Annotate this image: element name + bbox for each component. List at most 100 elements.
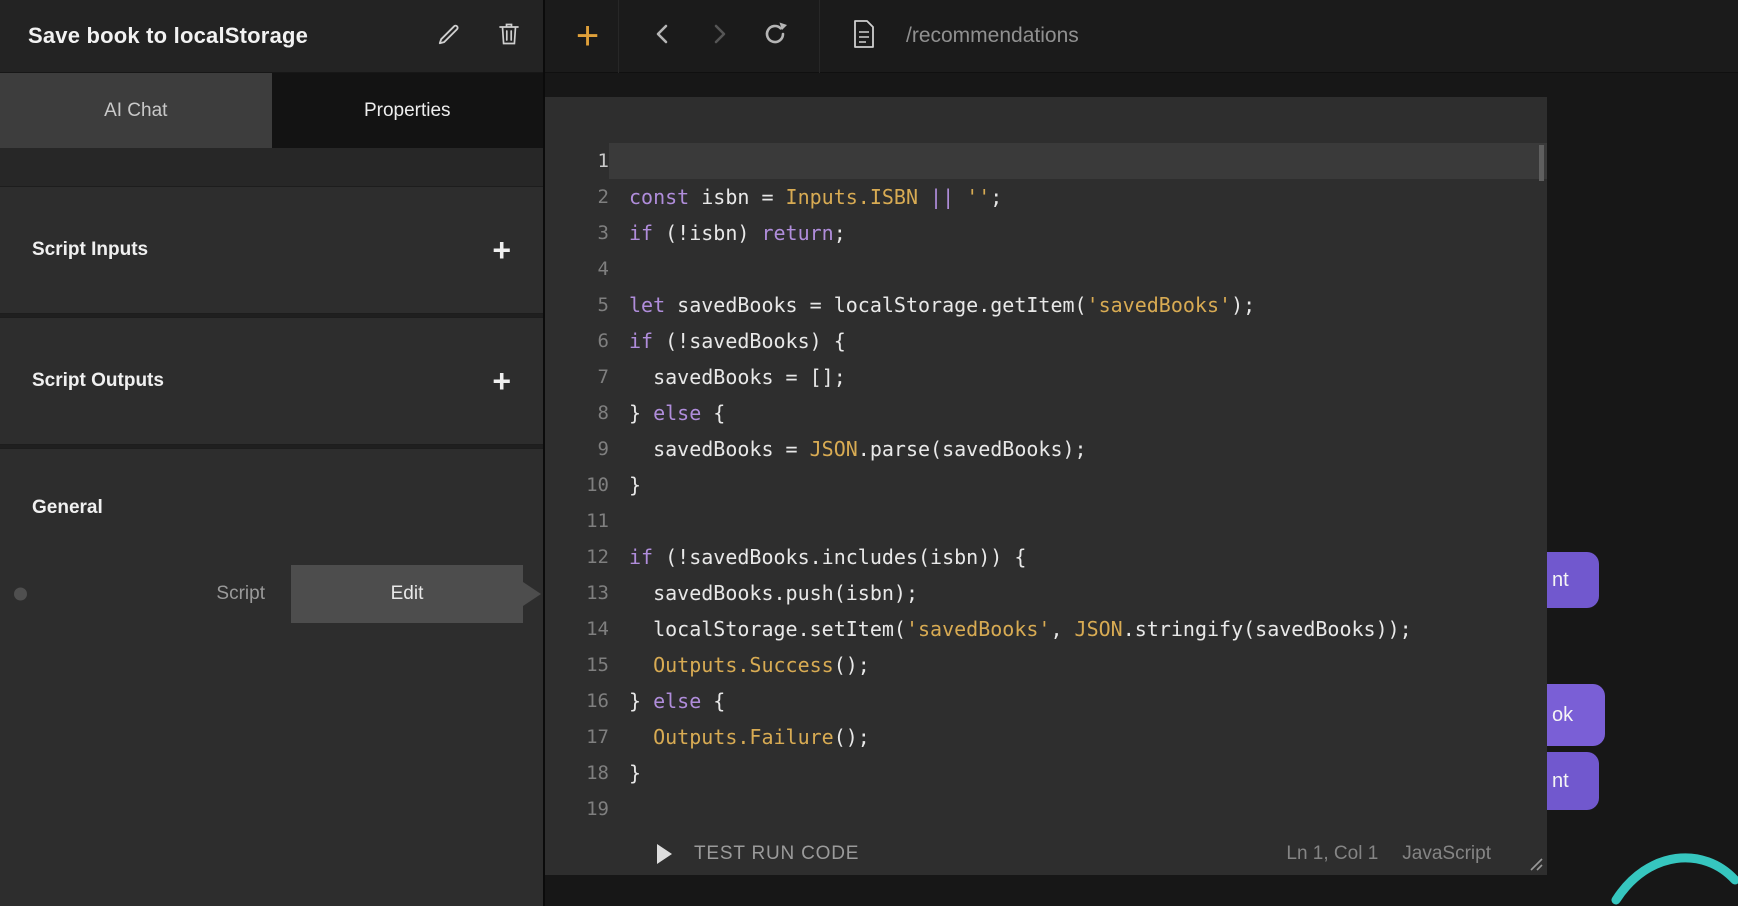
- cursor-position: Ln 1, Col 1: [1286, 843, 1378, 865]
- code-lines[interactable]: 12const isbn = Inputs.ISBN || '';3if (!i…: [545, 97, 1547, 833]
- plus-icon: +: [576, 14, 599, 59]
- code-line[interactable]: 5let savedBooks = localStorage.getItem('…: [545, 287, 1547, 323]
- code-line-text: if (!isbn) return;: [609, 215, 1547, 251]
- refresh-button[interactable]: [747, 8, 803, 64]
- script-label: Script: [216, 583, 265, 605]
- line-number: 13: [545, 575, 609, 611]
- code-line[interactable]: 12if (!savedBooks.includes(isbn)) {: [545, 539, 1547, 575]
- add-script-output-button[interactable]: +: [492, 365, 511, 397]
- inspector-panel: Save book to localStorage AI Chat: [0, 0, 543, 906]
- panel-title: Save book to localStorage: [28, 23, 411, 49]
- nav-controls: [619, 0, 820, 73]
- language-label: JavaScript: [1402, 843, 1491, 865]
- test-run-label: TEST RUN CODE: [694, 843, 859, 865]
- app-window: Save book to localStorage AI Chat: [0, 0, 1738, 906]
- plus-icon: +: [492, 232, 511, 268]
- url-display[interactable]: /recommendations: [906, 24, 1079, 48]
- code-line[interactable]: 3if (!isbn) return;: [545, 215, 1547, 251]
- document-icon: [851, 19, 877, 54]
- line-number: 18: [545, 755, 609, 791]
- section-general: General Script Edit: [0, 448, 543, 906]
- decorative-curve: [1608, 844, 1738, 906]
- delete-button[interactable]: [487, 14, 531, 58]
- preview-fragment-button[interactable]: nt: [1547, 752, 1599, 810]
- code-line[interactable]: 14 localStorage.setItem('savedBooks', JS…: [545, 611, 1547, 647]
- code-line-text: savedBooks.push(isbn);: [609, 575, 1547, 611]
- code-editor[interactable]: 12const isbn = Inputs.ISBN || '';3if (!i…: [545, 97, 1547, 875]
- play-icon: [657, 844, 672, 864]
- code-line-text: } else {: [609, 683, 1547, 719]
- code-line-text: }: [609, 755, 1547, 791]
- section-script-outputs: Script Outputs +: [0, 317, 543, 445]
- code-line[interactable]: 11: [545, 503, 1547, 539]
- scrollbar-thumb[interactable]: [1539, 145, 1544, 181]
- script-inputs-label: Script Inputs: [32, 239, 148, 261]
- code-line-text: savedBooks = JSON.parse(savedBooks);: [609, 431, 1547, 467]
- page-selector-button[interactable]: [836, 8, 892, 64]
- code-line-text: }: [609, 467, 1547, 503]
- connector-dot[interactable]: [14, 588, 27, 601]
- rename-button[interactable]: [427, 14, 471, 58]
- code-line[interactable]: 9 savedBooks = JSON.parse(savedBooks);: [545, 431, 1547, 467]
- line-number: 12: [545, 539, 609, 575]
- code-line-text: [609, 791, 1547, 827]
- line-number: 2: [545, 179, 609, 215]
- line-number: 7: [545, 359, 609, 395]
- line-number: 16: [545, 683, 609, 719]
- panel-header: Save book to localStorage: [0, 0, 543, 73]
- code-line[interactable]: 7 savedBooks = [];: [545, 359, 1547, 395]
- chevron-left-icon: [649, 20, 677, 53]
- code-line[interactable]: 4: [545, 251, 1547, 287]
- forward-button[interactable]: [691, 8, 747, 64]
- panel-tabs: AI Chat Properties: [0, 73, 543, 148]
- general-label: General: [0, 449, 543, 519]
- code-line-text: const isbn = Inputs.ISBN || '';: [609, 179, 1547, 215]
- code-line[interactable]: 16} else {: [545, 683, 1547, 719]
- code-line[interactable]: 1: [545, 143, 1547, 179]
- code-line[interactable]: 8} else {: [545, 395, 1547, 431]
- editor-footer: TEST RUN CODE Ln 1, Col 1 JavaScript: [545, 833, 1547, 875]
- line-number: 6: [545, 323, 609, 359]
- code-line[interactable]: 17 Outputs.Failure();: [545, 719, 1547, 755]
- code-line[interactable]: 10}: [545, 467, 1547, 503]
- code-line[interactable]: 2const isbn = Inputs.ISBN || '';: [545, 179, 1547, 215]
- code-line-text: let savedBooks = localStorage.getItem('s…: [609, 287, 1547, 323]
- line-number: 5: [545, 287, 609, 323]
- code-line[interactable]: 13 savedBooks.push(isbn);: [545, 575, 1547, 611]
- trash-icon: [497, 21, 521, 52]
- code-line-text: if (!savedBooks) {: [609, 323, 1547, 359]
- script-outputs-label: Script Outputs: [32, 370, 164, 392]
- back-button[interactable]: [635, 8, 691, 64]
- add-script-input-button[interactable]: +: [492, 234, 511, 266]
- code-line[interactable]: 18}: [545, 755, 1547, 791]
- test-run-button[interactable]: TEST RUN CODE: [657, 843, 859, 865]
- browser-toolbar: +: [545, 0, 1738, 73]
- code-line[interactable]: 6if (!savedBooks) {: [545, 323, 1547, 359]
- resize-grip-icon: [1531, 859, 1542, 870]
- code-line-text: [609, 251, 1547, 287]
- code-line-text: [609, 503, 1547, 539]
- chevron-right-icon: [705, 20, 733, 53]
- code-line-text: Outputs.Success();: [609, 647, 1547, 683]
- line-number: 4: [545, 251, 609, 287]
- resize-handle[interactable]: [1525, 853, 1543, 871]
- tab-ai-chat[interactable]: AI Chat: [0, 73, 272, 148]
- tab-properties[interactable]: Properties: [272, 73, 544, 148]
- preview-fragment-button[interactable]: ok: [1547, 684, 1605, 746]
- line-number: 17: [545, 719, 609, 755]
- add-page-button[interactable]: +: [557, 0, 619, 73]
- editor-status: Ln 1, Col 1 JavaScript: [1286, 843, 1491, 865]
- edit-script-button[interactable]: Edit: [291, 565, 523, 623]
- panel-body: Script Inputs + Script Outputs + General…: [0, 148, 543, 906]
- line-number: 8: [545, 395, 609, 431]
- preview-pane: +: [543, 0, 1738, 906]
- line-number: 15: [545, 647, 609, 683]
- preview-fragment-button[interactable]: nt: [1547, 552, 1599, 608]
- code-line-text: localStorage.setItem('savedBooks', JSON.…: [609, 611, 1547, 647]
- code-line[interactable]: 19: [545, 791, 1547, 827]
- line-number: 19: [545, 791, 609, 827]
- code-line-text: Outputs.Failure();: [609, 719, 1547, 755]
- line-number: 14: [545, 611, 609, 647]
- code-line[interactable]: 15 Outputs.Success();: [545, 647, 1547, 683]
- line-number: 10: [545, 467, 609, 503]
